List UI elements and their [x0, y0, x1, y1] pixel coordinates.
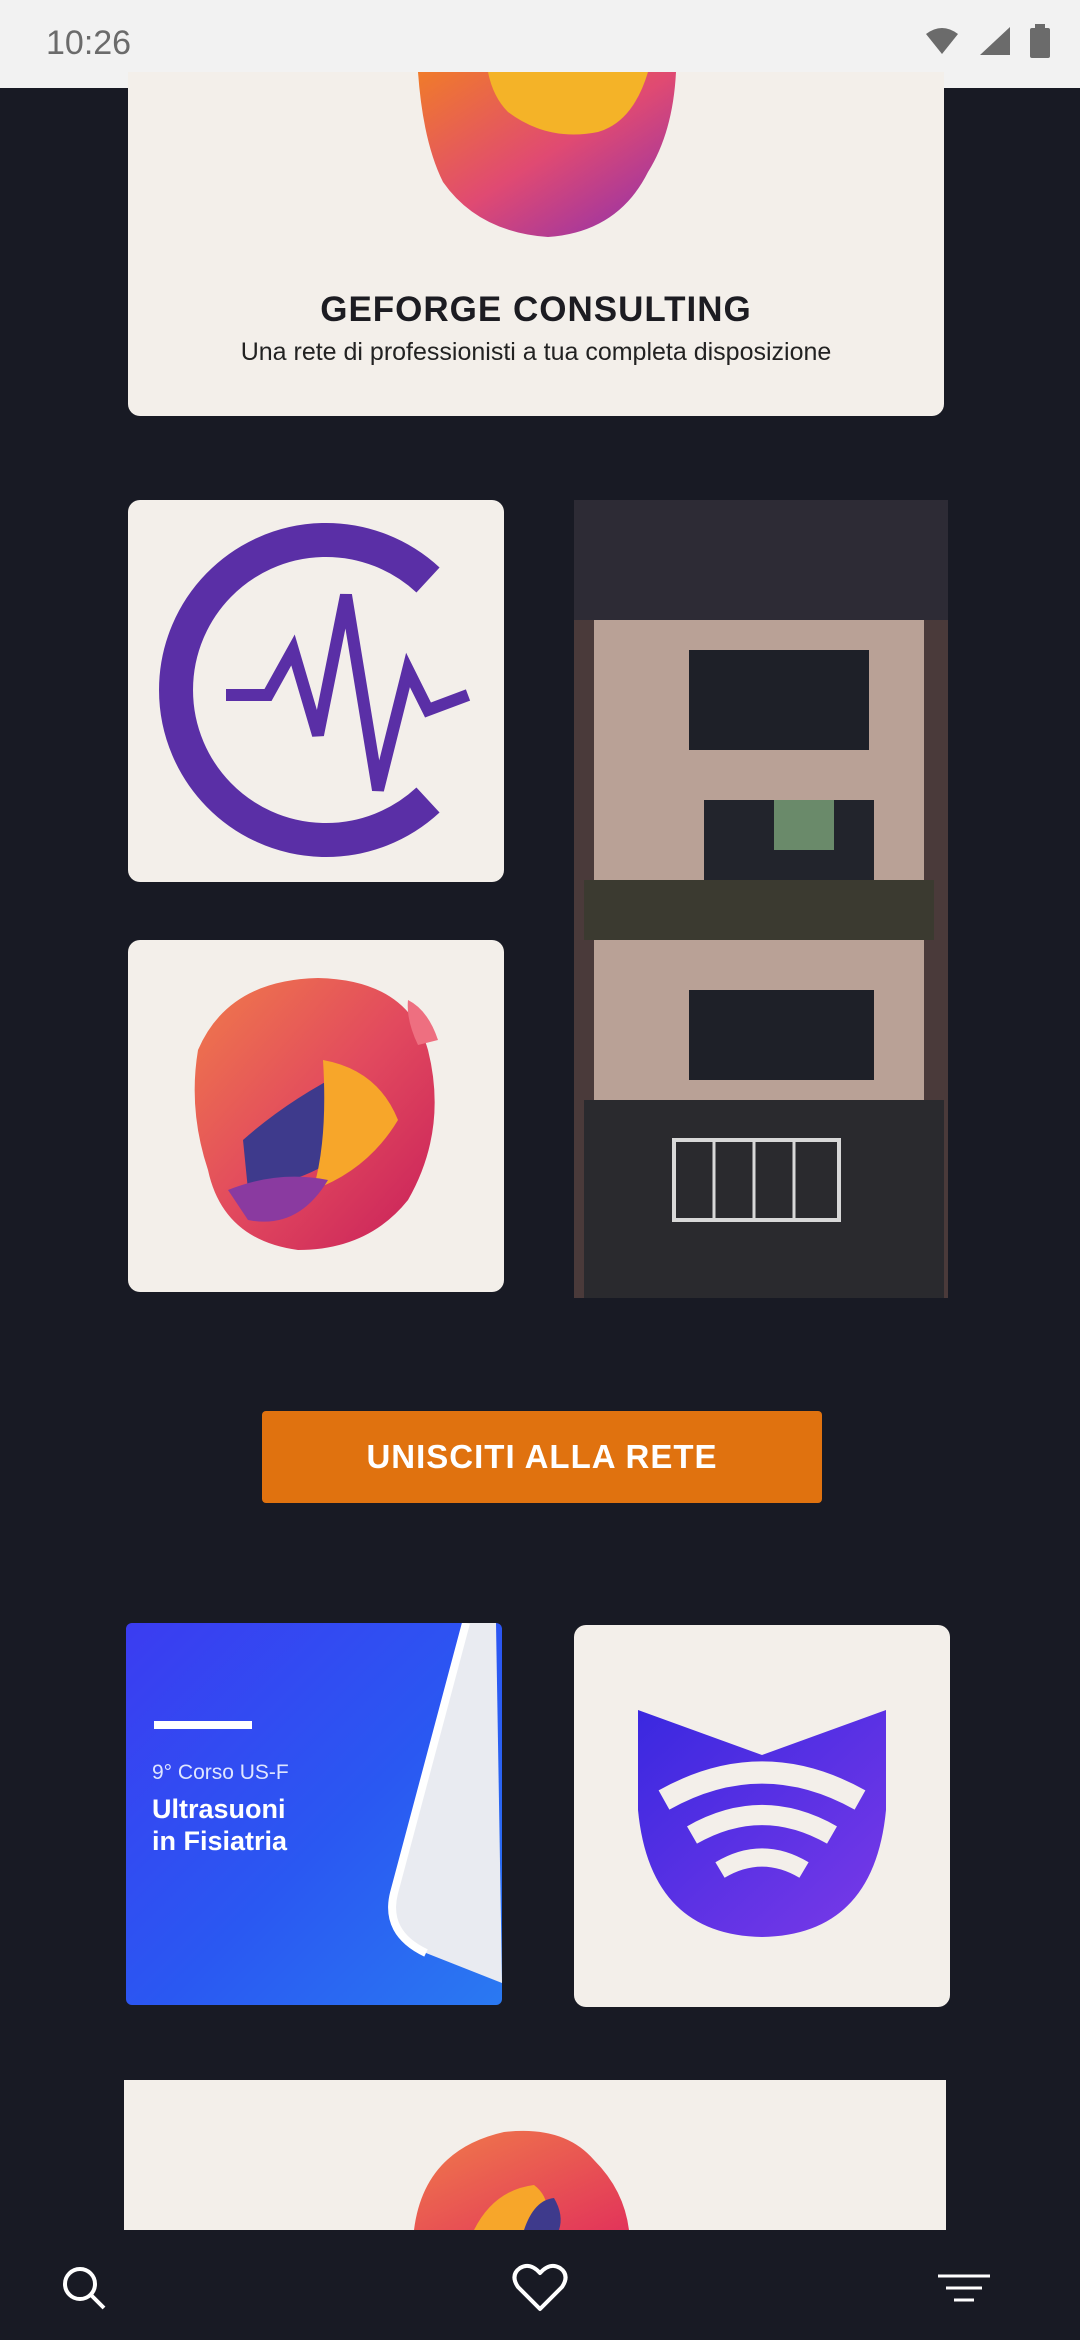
- join-network-button[interactable]: UNISCITI ALLA RETE: [262, 1411, 822, 1503]
- c-pulse-logo-icon: [159, 523, 471, 857]
- ultrasound-wave-logo-icon: [638, 1710, 886, 1937]
- course-card[interactable]: 9° Corso US-F Ultrasuoni in Fisiatria: [126, 1623, 502, 2005]
- building-photo[interactable]: [574, 500, 948, 1298]
- hero-title: GEFORGE CONSULTING: [320, 290, 752, 329]
- status-icons: [924, 24, 1050, 62]
- menu-icon[interactable]: [934, 2258, 994, 2318]
- consulting-logo-tile[interactable]: [128, 500, 504, 882]
- wifi-icon: [924, 26, 960, 60]
- bottom-card[interactable]: [124, 2080, 946, 2230]
- abstract-p-logo-icon: [194, 978, 438, 1250]
- colorful-logo-partial-icon: [414, 2130, 629, 2230]
- ultrasound-device-image: [388, 1623, 502, 1983]
- hero-card[interactable]: GEFORGE CONSULTING Una rete di professio…: [128, 72, 944, 416]
- search-icon[interactable]: [54, 2258, 114, 2318]
- geforge-logo-icon: [418, 72, 676, 237]
- building-image: [574, 500, 948, 1298]
- battery-icon: [1030, 24, 1050, 62]
- colorful-logo-tile[interactable]: [128, 940, 504, 1292]
- bottom-navigation: [0, 2230, 1080, 2340]
- heart-icon[interactable]: [510, 2258, 570, 2318]
- hero-subtitle: Una rete di professionisti a tua complet…: [240, 338, 832, 366]
- ultrasound-logo-tile[interactable]: [574, 1625, 950, 2007]
- status-time: 10:26: [46, 24, 132, 62]
- signal-icon: [978, 25, 1012, 61]
